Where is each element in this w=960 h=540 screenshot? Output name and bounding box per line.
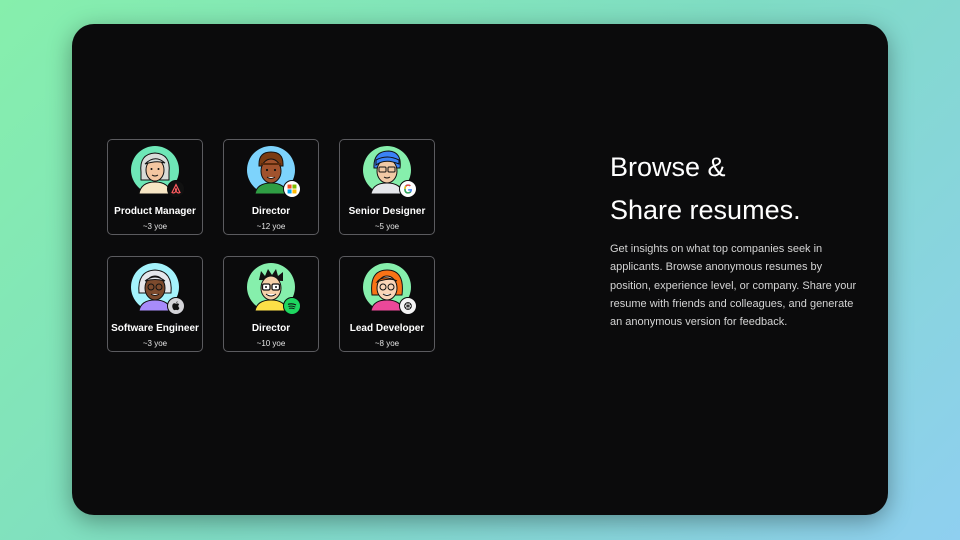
avatar xyxy=(131,146,185,198)
experience-label: ~10 yoe xyxy=(256,339,286,348)
experience-label: ~3 yoe xyxy=(142,222,168,231)
headline: Browse & Share resumes. xyxy=(610,146,801,232)
resume-card[interactable]: Lead Developer ~8 yoe xyxy=(339,256,435,352)
experience-label: ~8 yoe xyxy=(374,339,400,348)
openai-icon xyxy=(399,297,417,315)
role-label: Director xyxy=(251,323,291,334)
feature-panel: Product Manager ~3 yoe Director ~12 yoe … xyxy=(72,24,888,515)
experience-label: ~12 yoe xyxy=(256,222,286,231)
resume-card[interactable]: Product Manager ~3 yoe xyxy=(107,139,203,235)
spotify-icon xyxy=(283,297,301,315)
role-label: Product Manager xyxy=(114,206,196,217)
headline-line-2: Share resumes. xyxy=(610,195,801,225)
experience-label: ~3 yoe xyxy=(142,339,168,348)
resume-card[interactable]: Software Engineer ~3 yoe xyxy=(107,256,203,352)
role-label: Lead Developer xyxy=(349,323,425,334)
avatar xyxy=(363,263,417,315)
experience-label: ~5 yoe xyxy=(374,222,400,231)
description: Get insights on what top companies seek … xyxy=(610,243,857,329)
avatar xyxy=(363,146,417,198)
resume-card[interactable]: Director ~10 yoe xyxy=(223,256,319,352)
avatar xyxy=(247,146,301,198)
role-label: Software Engineer xyxy=(111,323,199,334)
apple-icon xyxy=(167,297,185,315)
headline-line-1: Browse & xyxy=(610,152,726,182)
resume-card[interactable]: Director ~12 yoe xyxy=(223,139,319,235)
avatar xyxy=(131,263,185,315)
microsoft-icon xyxy=(283,180,301,198)
airbnb-icon xyxy=(167,180,185,198)
google-icon xyxy=(399,180,417,198)
role-label: Senior Designer xyxy=(348,206,426,217)
role-label: Director xyxy=(251,206,291,217)
avatar xyxy=(247,263,301,315)
resume-card[interactable]: Senior Designer ~5 yoe xyxy=(339,139,435,235)
